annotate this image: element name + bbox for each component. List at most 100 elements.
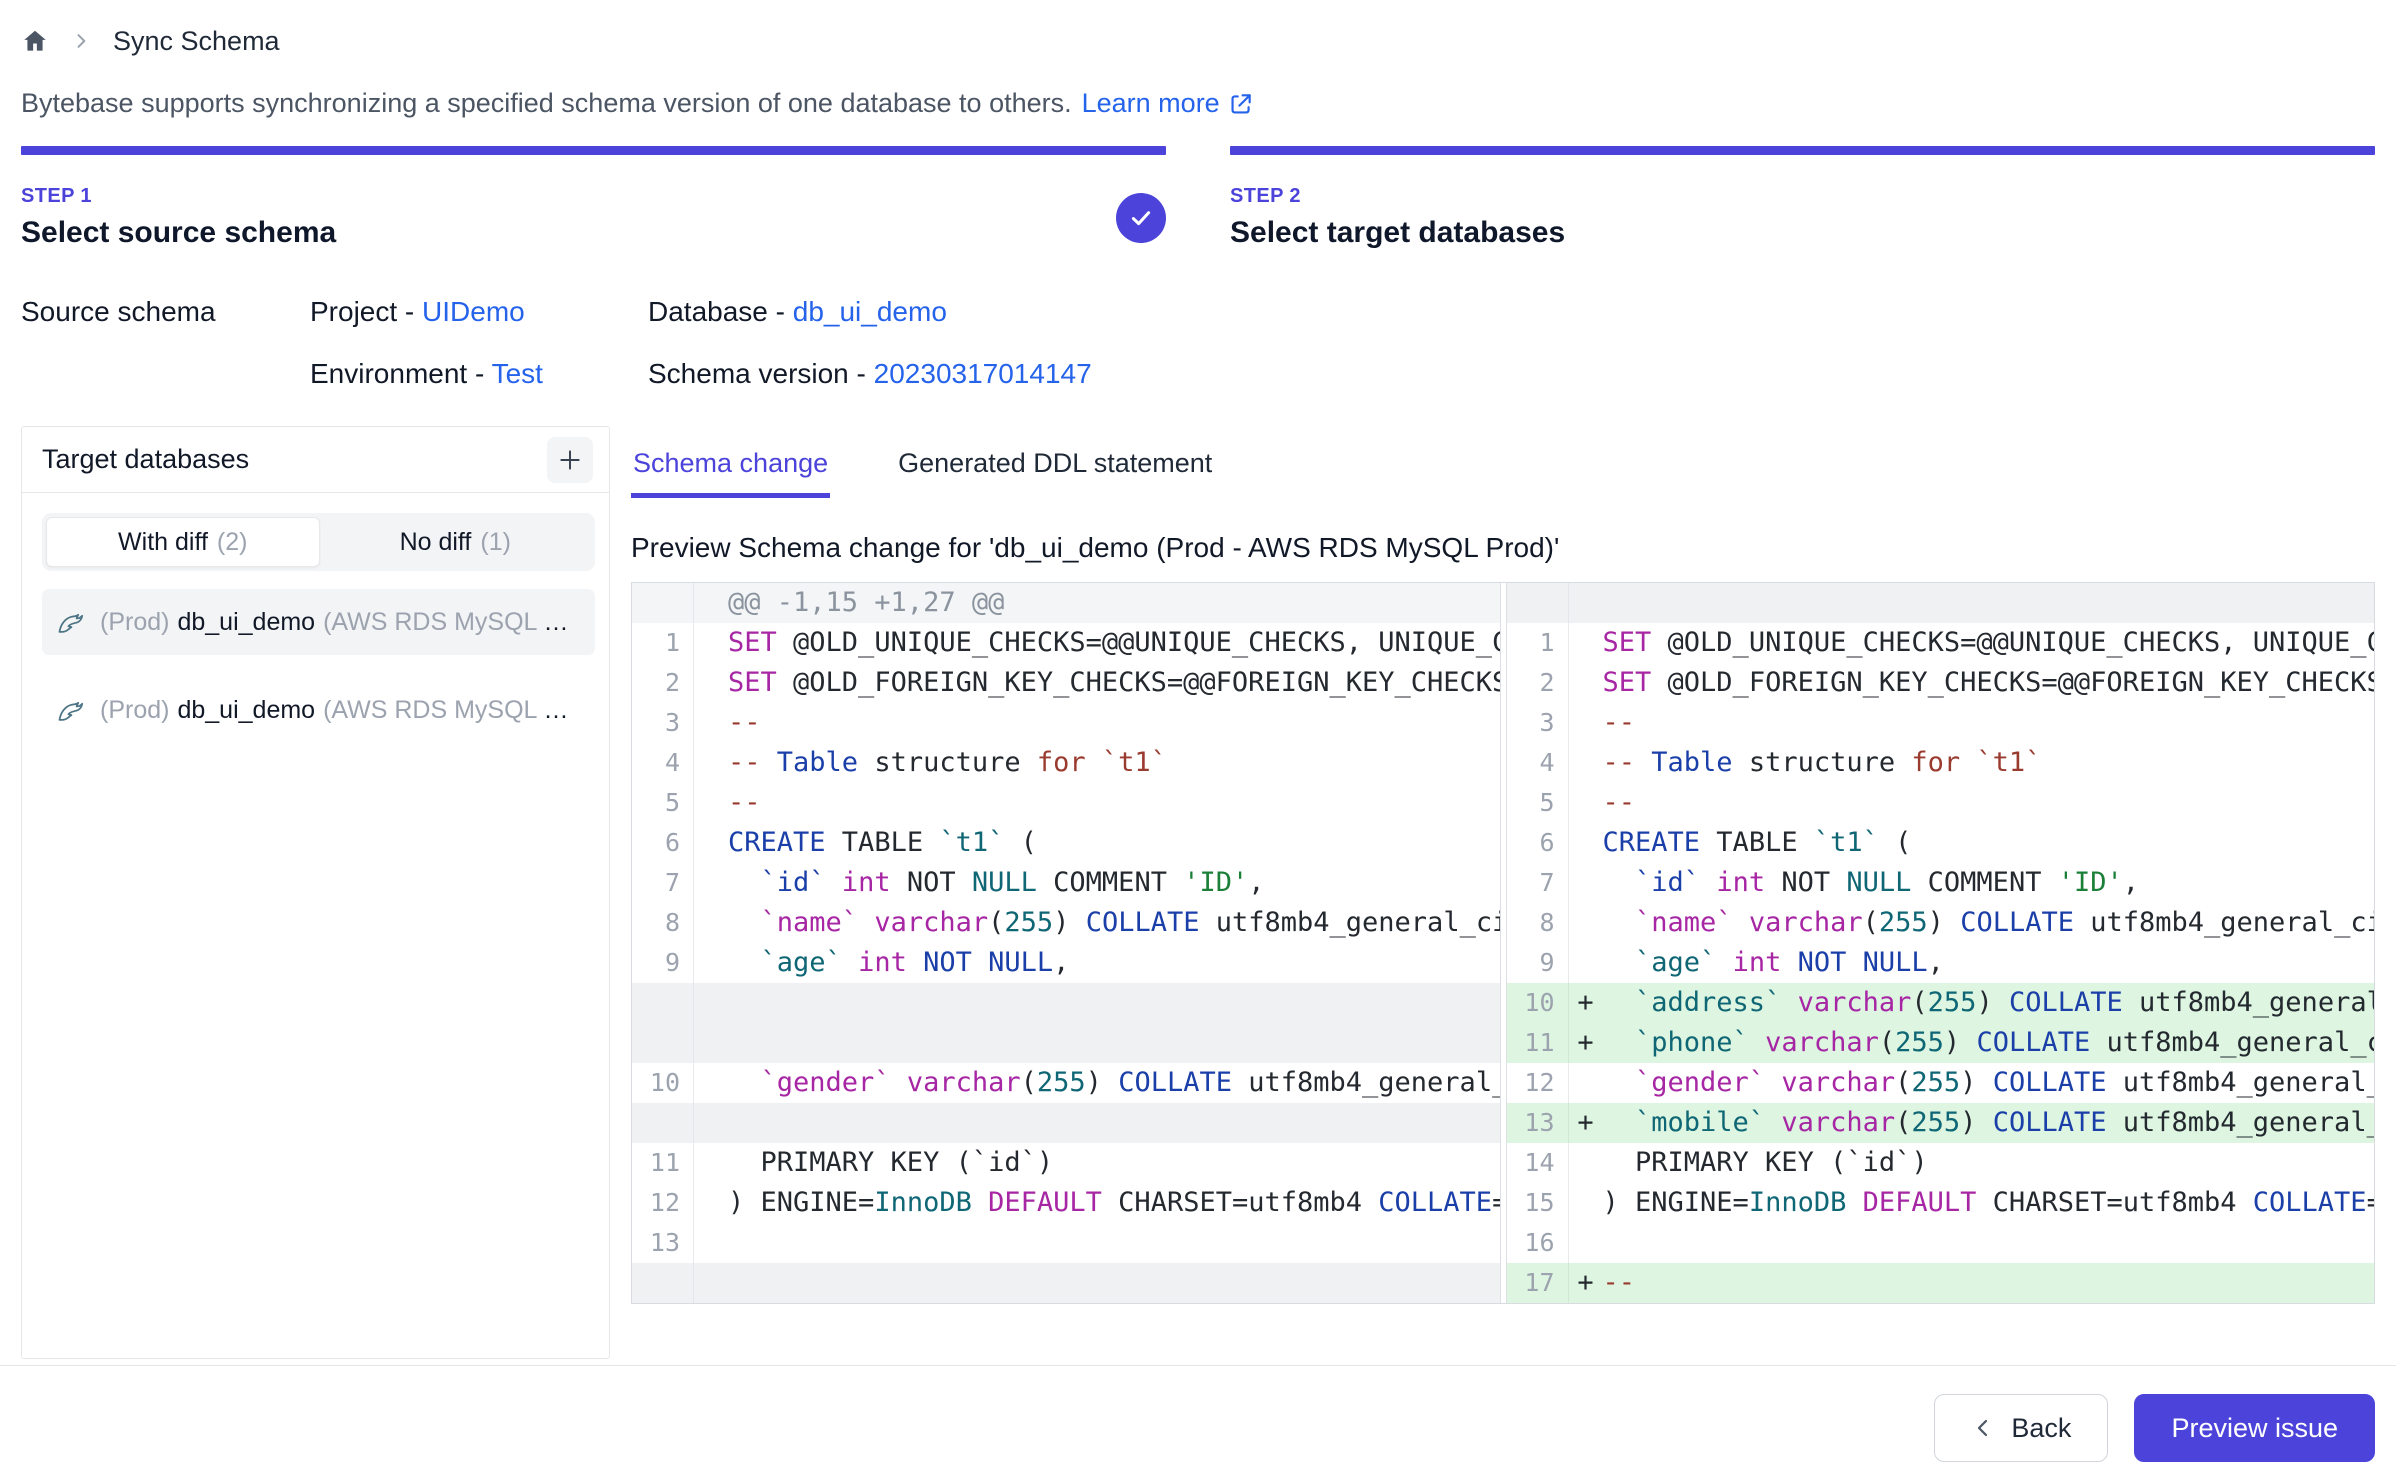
diff-code-line: PRIMARY KEY (`id`) [1603,1143,2375,1183]
diff-line-number [632,583,694,623]
diff-row: 13+ `mobile` varchar(255) COLLATE utf8mb… [1507,1103,2375,1143]
source-schema-version: Schema version - 20230317014147 [648,358,2375,390]
diff-row: 13 [632,1223,1500,1263]
diff-code-line: @@ -1,15 +1,27 @@ [728,583,1500,623]
diff-row: 1SET @OLD_UNIQUE_CHECKS=@@UNIQUE_CHECKS,… [632,623,1500,663]
diff-line-number: 10 [632,1063,694,1103]
diff-code-line: `gender` varchar(255) COLLATE utf8mb4_ge… [728,1063,1500,1103]
diff-row: 15) ENGINE=InnoDB DEFAULT CHARSET=utf8mb… [1507,1183,2375,1223]
diff-line-number: 4 [632,743,694,783]
plus-icon [557,447,583,473]
separator: - [849,358,874,389]
diff-code-line: `gender` varchar(255) COLLATE utf8mb4_ge… [1603,1063,2375,1103]
diff-line-number [1507,583,1569,623]
diff-code-line: `id` int NOT NULL COMMENT 'ID', [1603,863,2375,903]
diff-row [632,1023,1500,1063]
diff-change-marker [694,663,728,703]
diff-change-marker [694,623,728,663]
diff-row: 10 `gender` varchar(255) COLLATE utf8mb4… [632,1063,1500,1103]
diff-change-marker [1569,863,1603,903]
diff-code-line: `mobile` varchar(255) COLLATE utf8mb4_ge… [1603,1103,2375,1143]
diff-code-line [728,1023,1500,1063]
diff-change-marker: + [1569,983,1603,1023]
source-schema-summary: Source schema Project - UIDemo Database … [21,296,2375,390]
add-target-database-button[interactable] [547,437,593,483]
home-icon [21,27,49,55]
back-button[interactable]: Back [1934,1394,2108,1462]
separator: - [397,296,422,327]
database-list-item[interactable]: (Prod)db_ui_demo(AWS RDS MySQL Prod) [42,677,595,743]
preview-tabs: Schema change Generated DDL statement [631,426,2375,498]
diff-code-line [728,1223,1500,1263]
diff-line-number: 15 [1507,1183,1569,1223]
diff-row: 16 [1507,1223,2375,1263]
diff-change-marker [1569,903,1603,943]
learn-more-link[interactable]: Learn more [1082,88,1254,119]
diff-line-number: 3 [632,703,694,743]
diff-change-marker: + [1569,1103,1603,1143]
diff-code-line: SET @OLD_UNIQUE_CHECKS=@@UNIQUE_CHECKS, … [1603,623,2375,663]
diff-code-line: `age` int NOT NULL, [728,943,1500,983]
schema-version-link[interactable]: 20230317014147 [874,358,1092,389]
diff-line-number: 12 [632,1183,694,1223]
step-2: STEP 2 Select target databases [1230,146,2375,250]
database-label: Database [648,296,768,327]
step-2-title: Select target databases [1230,216,1565,250]
diff-row: 14 PRIMARY KEY (`id`) [1507,1143,2375,1183]
diff-row: 8 `name` varchar(255) COLLATE utf8mb4_ge… [1507,903,2375,943]
separator: - [768,296,793,327]
diff-line-number: 7 [632,863,694,903]
breadcrumb: Sync Schema [21,18,2375,64]
diff-row [1507,583,2375,623]
database-environment: (Prod) [100,696,169,724]
diff-line-number: 1 [1507,623,1569,663]
page-description: Bytebase supports synchronizing a specif… [21,88,2375,119]
tab-with-diff[interactable]: With diff (2) [46,517,320,567]
tab-with-diff-label: With diff [118,528,208,557]
database-instance: (AWS RDS MySQL Prod) [323,696,581,724]
diff-row: 3-- [1507,703,2375,743]
diff-code-line [728,1263,1500,1303]
tab-no-diff[interactable]: No diff (1) [320,517,592,567]
mysql-icon [56,606,88,638]
target-database-list: (Prod)db_ui_demo(AWS RDS MySQL Prod) (Pr… [22,571,609,743]
step-1-completed-badge [1116,193,1166,243]
database-instance: (AWS RDS MySQL Prod) [323,608,581,636]
diff-change-marker [694,583,728,623]
diff-line-number: 7 [1507,863,1569,903]
diff-row: 10+ `address` varchar(255) COLLATE utf8m… [1507,983,2375,1023]
diff-line-number: 8 [632,903,694,943]
diff-change-marker [694,983,728,1023]
separator: - [467,358,491,389]
environment-label: Environment [310,358,467,389]
diff-line-number: 6 [1507,823,1569,863]
diff-row: 9 `age` int NOT NULL, [1507,943,2375,983]
diff-line-number: 2 [632,663,694,703]
diff-change-marker [694,1103,728,1143]
step-2-progress-bar [1230,146,2375,155]
project-link[interactable]: UIDemo [422,296,525,327]
diff-code-line: -- Table structure for `t1` [1603,743,2375,783]
diff-code-line: SET @OLD_UNIQUE_CHECKS=@@UNIQUE_CHECKS, … [728,623,1500,663]
footer-action-bar: Back Preview issue [0,1365,2396,1462]
environment-link[interactable]: Test [492,358,543,389]
database-list-item[interactable]: (Prod)db_ui_demo(AWS RDS MySQL Prod) [42,589,595,655]
diff-row: 12) ENGINE=InnoDB DEFAULT CHARSET=utf8mb… [632,1183,1500,1223]
preview-issue-button[interactable]: Preview issue [2134,1394,2375,1462]
diff-row: 1 SET @OLD_UNIQUE_CHECKS=@@UNIQUE_CHECKS,… [1507,623,2375,663]
diff-change-marker: + [1569,1263,1603,1303]
diff-change-marker [694,1223,728,1263]
mysql-icon [56,694,88,726]
description-text: Bytebase supports synchronizing a specif… [21,88,1072,119]
home-button[interactable] [21,27,49,55]
source-schema-label: Source schema [21,296,310,328]
diff-code-line: `name` varchar(255) COLLATE utf8mb4_gene… [1603,903,2375,943]
database-link[interactable]: db_ui_demo [793,296,947,327]
diff-change-marker [694,1183,728,1223]
tab-no-diff-label: No diff [400,528,472,557]
tab-generated-ddl[interactable]: Generated DDL statement [896,448,1214,498]
project-label: Project [310,296,397,327]
tab-no-diff-count: (1) [480,528,511,557]
tab-schema-change[interactable]: Schema change [631,448,830,498]
diff-code-line: SET @OLD_FOREIGN_KEY_CHECKS=@@FOREIGN_KE… [728,663,1500,703]
